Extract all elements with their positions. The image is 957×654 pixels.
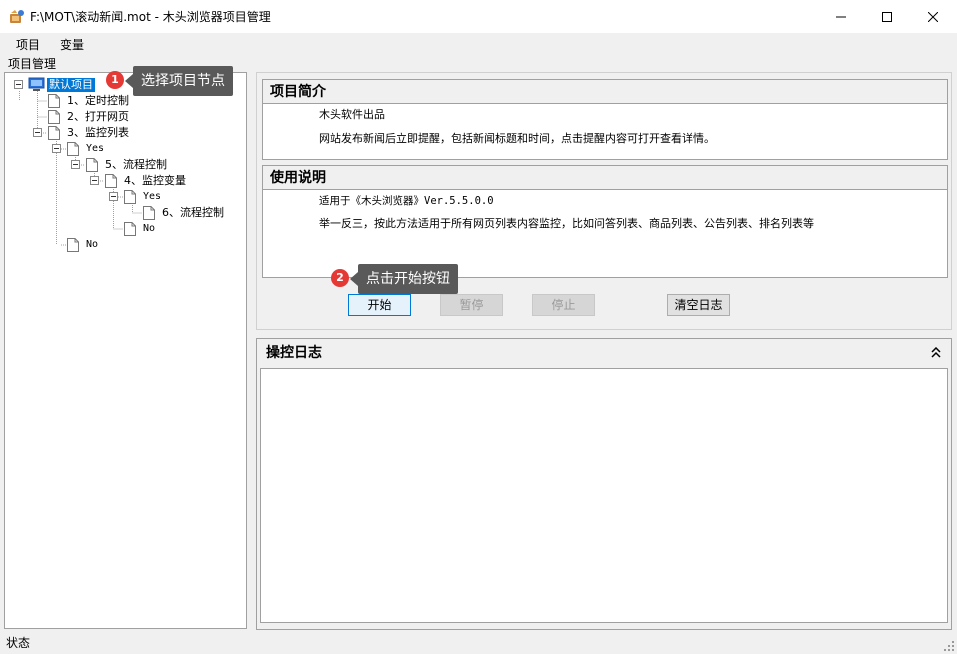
log-text-area[interactable] xyxy=(260,368,948,623)
intro-title: 项目简介 xyxy=(270,84,326,100)
tree-node-yes[interactable]: Yes xyxy=(86,142,104,156)
step-badge: 1 xyxy=(106,71,124,89)
document-icon xyxy=(143,206,155,220)
document-icon xyxy=(48,94,60,108)
operation-log-panel: 操控日志 xyxy=(256,338,952,630)
clear-log-button[interactable]: 清空日志 xyxy=(667,294,730,316)
usage-line: 适用于《木头浏览器》Ver.5.5.0.0 xyxy=(319,195,494,207)
maximize-icon xyxy=(882,11,892,22)
tree-node-flow-control-5[interactable]: 5、流程控制 xyxy=(105,158,167,172)
menu-item-variables[interactable]: 变量 xyxy=(60,37,84,53)
tree-node-flow-control-6[interactable]: 6、流程控制 xyxy=(162,206,224,220)
step-badge: 2 xyxy=(331,269,349,287)
tree-node-timer-control[interactable]: 1、定时控制 xyxy=(67,94,129,108)
start-button[interactable]: 开始 xyxy=(348,294,411,316)
intro-group: 项目简介 木头软件出品 网站发布新闻后立即提醒，包括新闻标题和时间，点击提醒内容… xyxy=(262,79,948,160)
document-icon xyxy=(105,174,117,188)
document-icon xyxy=(48,126,60,140)
project-tree[interactable]: 默认项目 1、定时控制 2、打开网页 3、监控列表 Yes 5、流程控制 4、监… xyxy=(4,72,247,629)
tree-panel-title: 项目管理 xyxy=(8,57,57,71)
usage-header: 使用说明 xyxy=(263,166,947,190)
intro-line: 木头软件出品 xyxy=(319,108,385,121)
usage-group: 使用说明 适用于《木头浏览器》Ver.5.5.0.0 举一反三，按此方法适用于所… xyxy=(262,165,948,278)
tree-node-monitor-list[interactable]: 3、监控列表 xyxy=(67,126,129,140)
tree-node-yes[interactable]: Yes xyxy=(143,190,161,204)
tree-collapse-toggle[interactable] xyxy=(90,176,99,185)
intro-body: 木头软件出品 网站发布新闻后立即提醒，包括新闻标题和时间，点击提醒内容可打开查看… xyxy=(263,104,947,159)
pause-button[interactable]: 暂停 xyxy=(440,294,503,316)
minimize-icon xyxy=(836,16,846,17)
tutorial-callout: 点击开始按钮 xyxy=(350,264,458,294)
collapse-up-icon[interactable] xyxy=(931,347,941,359)
tree-collapse-toggle[interactable] xyxy=(71,160,80,169)
log-title: 操控日志 xyxy=(266,345,322,361)
computer-icon xyxy=(28,77,45,91)
document-icon xyxy=(67,142,79,156)
intro-header: 项目简介 xyxy=(263,80,947,104)
tree-collapse-toggle[interactable] xyxy=(109,192,118,201)
document-icon xyxy=(124,190,136,204)
tree-node-monitor-variable[interactable]: 4、监控变量 xyxy=(124,174,186,188)
title-bar: F:\MOT\滚动新闻.mot - 木头浏览器项目管理 xyxy=(0,0,957,33)
resize-grip-icon[interactable] xyxy=(944,641,954,651)
tree-node-no[interactable]: No xyxy=(86,238,98,252)
document-icon xyxy=(86,158,98,172)
menu-item-project[interactable]: 项目 xyxy=(16,37,40,53)
tree-node-default-project[interactable]: 默认项目 xyxy=(47,78,95,92)
menu-bar: 项目 变量 xyxy=(0,33,957,56)
app-logo-icon xyxy=(10,10,24,23)
close-button[interactable] xyxy=(910,0,956,33)
document-icon xyxy=(48,110,60,124)
tree-node-open-page[interactable]: 2、打开网页 xyxy=(67,110,129,124)
tree-collapse-toggle[interactable] xyxy=(14,80,23,89)
intro-line: 网站发布新闻后立即提醒，包括新闻标题和时间，点击提醒内容可打开查看详情。 xyxy=(319,132,715,145)
stop-button[interactable]: 停止 xyxy=(532,294,595,316)
usage-title: 使用说明 xyxy=(270,170,326,186)
tutorial-callout: 选择项目节点 xyxy=(125,66,233,96)
log-header: 操控日志 xyxy=(257,339,951,368)
window-title: F:\MOT\滚动新闻.mot - 木头浏览器项目管理 xyxy=(30,10,271,24)
minimize-button[interactable] xyxy=(818,0,864,33)
usage-line: 举一反三，按此方法适用于所有网页列表内容监控，比如问答列表、商品列表、公告列表、… xyxy=(319,217,814,230)
tree-collapse-toggle[interactable] xyxy=(33,128,42,137)
status-text: 状态 xyxy=(6,636,31,650)
maximize-button[interactable] xyxy=(864,0,910,33)
document-icon xyxy=(124,222,136,236)
close-icon xyxy=(928,11,938,22)
tree-node-no[interactable]: No xyxy=(143,222,155,236)
status-bar: 状态 xyxy=(0,633,957,654)
tree-collapse-toggle[interactable] xyxy=(52,144,61,153)
document-icon xyxy=(67,238,79,252)
